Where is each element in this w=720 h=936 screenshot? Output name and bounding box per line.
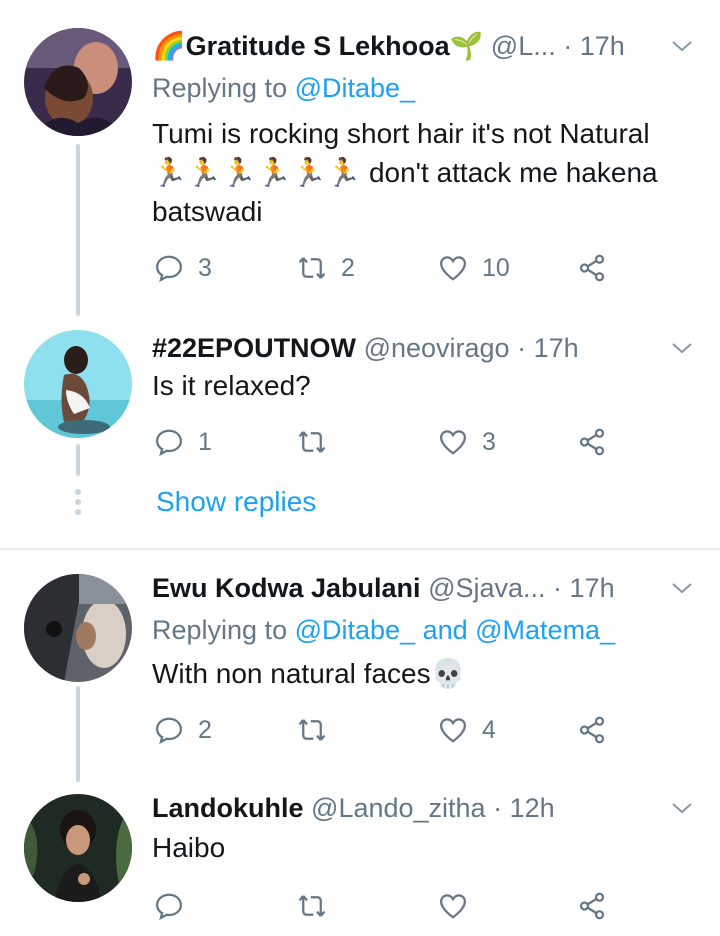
share-button[interactable] [577,248,607,288]
tweet-4[interactable]: Landokuhle @Lando_zitha · 12h Haibo [0,790,720,936]
tweet-header: 🌈Gratitude S Lekhooa🌱 @L... · 17h [152,28,660,64]
author-name[interactable]: Landokuhle [152,793,304,823]
tweet-text-line: batswadi [152,196,263,227]
avatar[interactable] [24,330,132,438]
retweet-icon [298,895,326,917]
replying-to-label: Replying to [152,73,288,103]
tweet-text-line: 🏃🏃🏃🏃🏃🏃 don't attack me hakena [152,157,658,188]
separator-dot: · [553,573,570,603]
author-name[interactable]: 🌈Gratitude S Lekhooa🌱 [152,31,483,61]
thread-line [76,144,80,316]
replying-to: Replying to @Ditabe_ and @Matema_ [152,612,615,648]
retweet-button[interactable] [297,422,327,462]
tweet-text: Tumi is rocking short hair it's not Natu… [152,114,712,231]
tweet-text-line: Tumi is rocking short hair it's not Natu… [152,118,650,149]
reply-button[interactable]: 1 [154,422,212,462]
replying-to-link[interactable]: @Ditabe_ [295,73,415,103]
author-handle[interactable]: @neovirago [364,333,510,363]
show-replies-link[interactable]: Show replies [156,486,316,518]
tweet-text-line: Is it relaxed? [152,370,311,401]
share-icon [579,254,605,282]
action-bar [152,886,632,926]
retweet-button[interactable]: 2 [297,248,355,288]
author-handle[interactable]: @Sjava... [428,573,545,603]
like-count: 10 [482,253,510,282]
like-button[interactable]: 4 [438,710,496,750]
tweet-3[interactable]: Ewu Kodwa Jabulani @Sjava... · 17h Reply… [0,570,720,782]
heart-icon [439,256,467,281]
timestamp[interactable]: 17h [580,31,625,61]
action-bar: 3 2 10 [152,248,632,288]
retweet-icon [298,257,326,279]
chevron-down-icon[interactable] [670,576,694,600]
tweet-text-line: With non natural faces💀 [152,658,466,689]
share-button[interactable] [577,422,607,462]
replying-to-label: Replying to [152,615,288,645]
reply-icon [155,255,183,283]
reply-button[interactable]: 3 [154,248,212,288]
chevron-down-icon[interactable] [670,34,694,58]
separator-dot: · [493,793,510,823]
thread-line [76,686,80,782]
tweet-text: Haibo [152,828,712,867]
thread-dots [74,489,82,519]
reply-count: 2 [198,715,212,744]
share-icon [579,892,605,920]
reply-button[interactable]: 2 [154,710,212,750]
separator-dot: · [517,333,534,363]
reply-icon [155,717,183,745]
separator-dot: · [563,31,580,61]
heart-icon [439,430,467,455]
author-name[interactable]: #22EPOUTNOW [152,333,356,363]
heart-icon [439,718,467,743]
tweet-text: Is it relaxed? [152,366,712,405]
avatar[interactable] [24,794,132,902]
like-button[interactable] [438,886,468,926]
tweet-1[interactable]: 🌈Gratitude S Lekhooa🌱 @L... · 17h Replyi… [0,0,720,330]
like-button[interactable]: 10 [438,248,510,288]
chevron-down-icon[interactable] [670,336,694,360]
timestamp[interactable]: 17h [534,333,579,363]
like-button[interactable]: 3 [438,422,496,462]
tweet-text-line: Haibo [152,832,226,863]
timestamp[interactable]: 17h [570,573,615,603]
author-name[interactable]: Ewu Kodwa Jabulani [152,573,421,603]
reply-button[interactable] [154,886,184,926]
retweet-icon [298,719,326,741]
reply-count: 1 [198,427,212,456]
share-button[interactable] [577,710,607,750]
tweet-header: #22EPOUTNOW @neovirago · 17h [152,330,660,366]
avatar[interactable] [24,574,132,682]
avatar[interactable] [24,28,132,136]
retweet-count: 2 [341,253,355,282]
replying-to: Replying to @Ditabe_ [152,70,415,106]
reply-count: 3 [198,253,212,282]
author-handle[interactable]: @Lando_zitha [311,793,486,823]
tweet-header: Landokuhle @Lando_zitha · 12h [152,790,660,826]
reply-icon [155,429,183,457]
heart-icon [439,894,467,919]
retweet-icon [298,431,326,453]
retweet-button[interactable] [297,710,327,750]
share-icon [579,716,605,744]
retweet-button[interactable] [297,886,327,926]
thread-line [76,444,80,476]
tweet-2[interactable]: #22EPOUTNOW @neovirago · 17h Is it relax… [0,330,720,550]
replying-to-link[interactable]: @Ditabe_ and @Matema_ [295,615,615,645]
tweet-text: With non natural faces💀 [152,654,712,693]
action-bar: 2 4 [152,710,632,750]
action-bar: 1 3 [152,422,632,462]
divider [0,548,720,550]
chevron-down-icon[interactable] [670,796,694,820]
share-button[interactable] [577,886,607,926]
like-count: 3 [482,427,496,456]
tweet-header: Ewu Kodwa Jabulani @Sjava... · 17h [152,570,660,606]
share-icon [579,428,605,456]
reply-icon [155,893,183,921]
timestamp[interactable]: 12h [510,793,555,823]
like-count: 4 [482,715,496,744]
author-handle[interactable]: @L... [491,31,556,61]
